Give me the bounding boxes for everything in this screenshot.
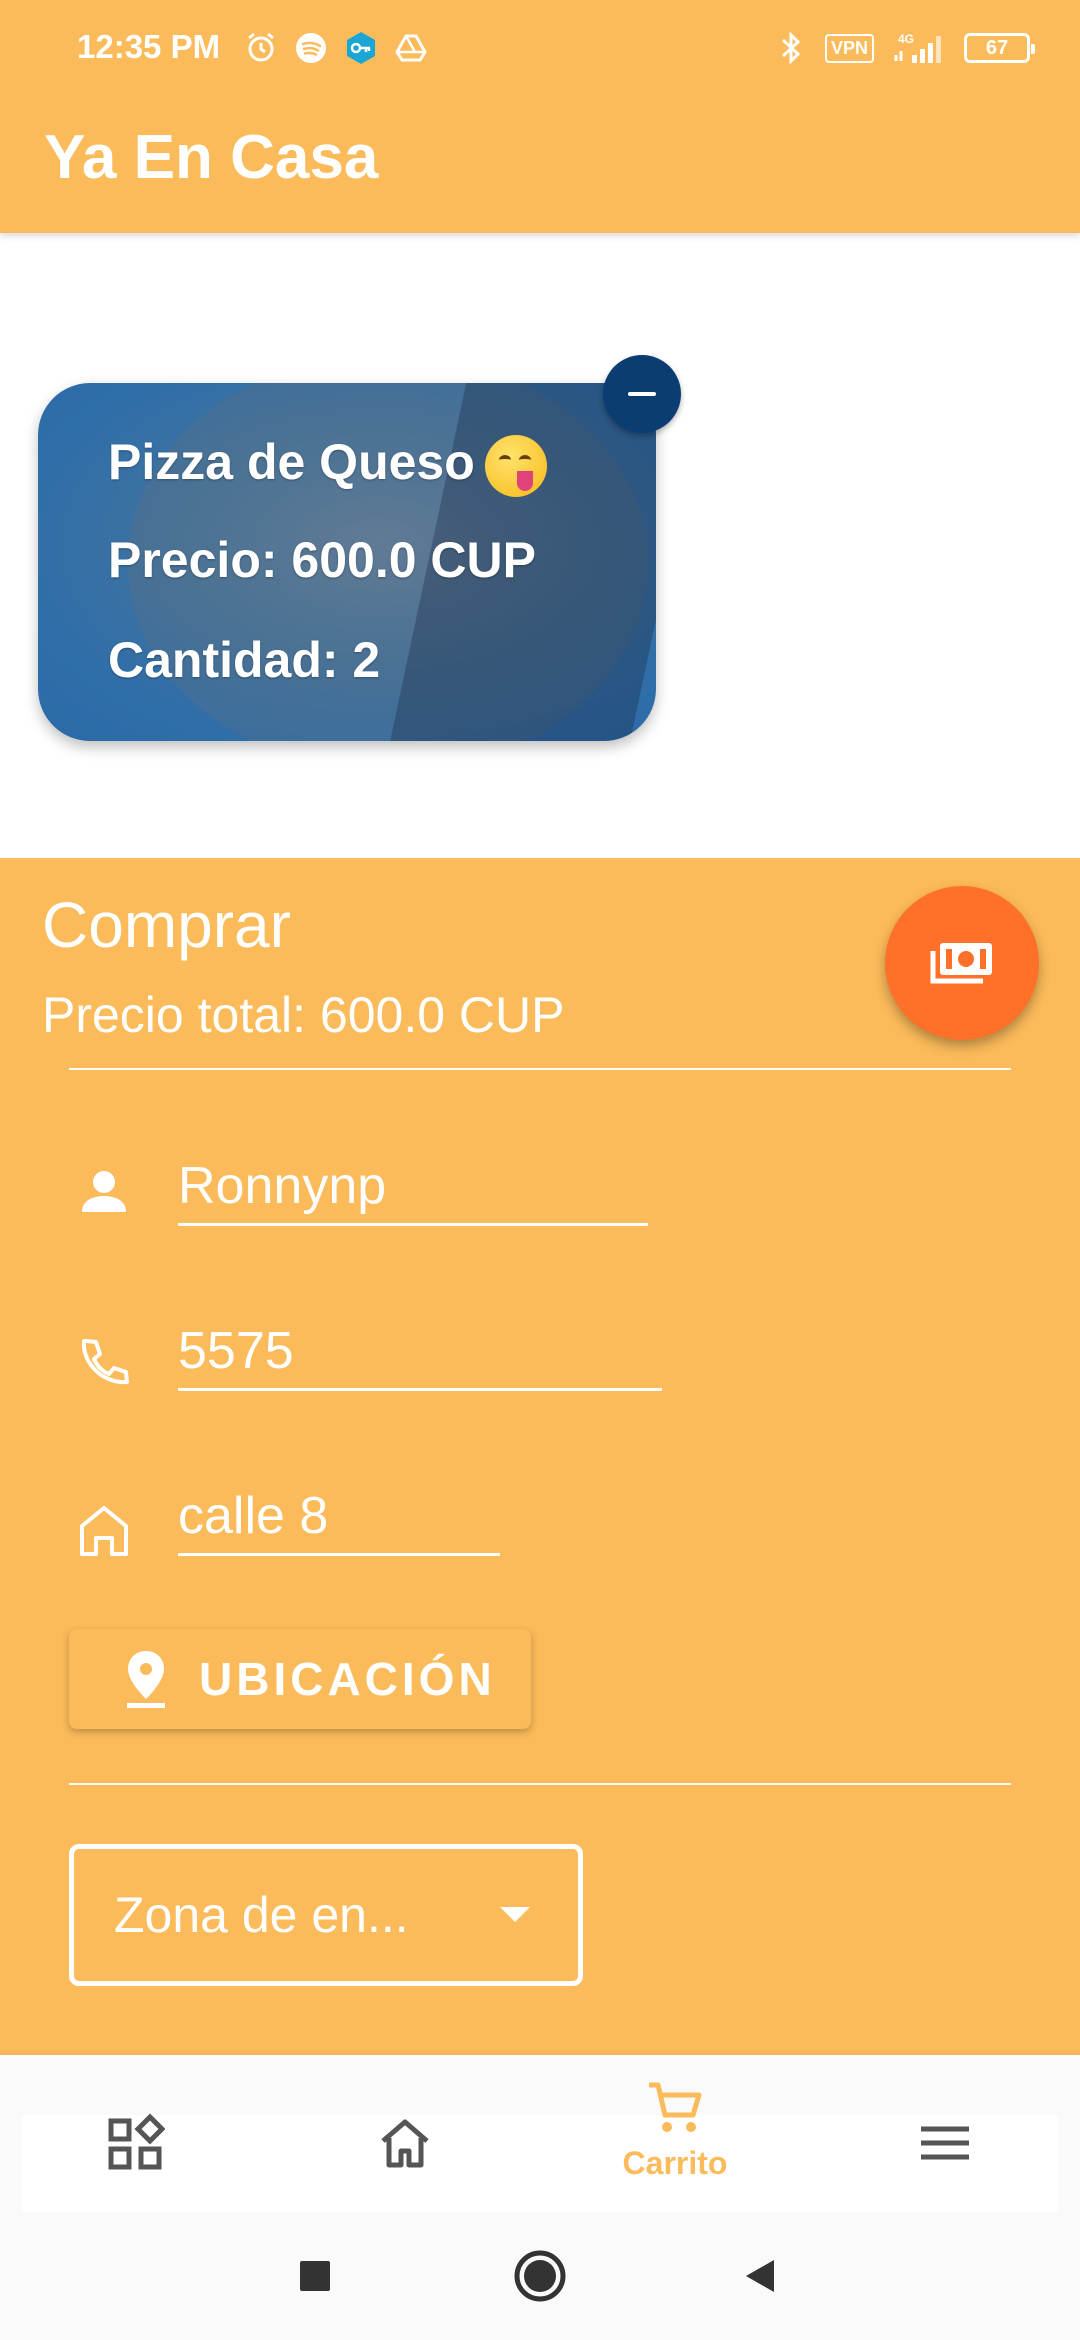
location-button-label: UBICACIÓN: [199, 1653, 496, 1705]
system-navigation-bar: [0, 2212, 1080, 2340]
nav-label-cart: Carrito: [622, 2145, 728, 2181]
dropdown-arrow-icon: [500, 1907, 530, 1922]
minus-icon: [628, 392, 656, 396]
recents-button[interactable]: [265, 2212, 365, 2340]
categories-icon: [108, 2113, 165, 2170]
nav-item-home[interactable]: [325, 2055, 485, 2212]
phone-input[interactable]: [178, 1313, 662, 1391]
app-header: 12:35 PM VPN 4G 67 Ya En Casa: [0, 0, 1080, 233]
circle-icon: [514, 2250, 566, 2302]
status-bar: 12:35 PM VPN 4G 67: [0, 0, 1080, 100]
battery-icon: 67: [964, 33, 1035, 63]
alarm-icon: [243, 30, 279, 66]
item-quantity: Cantidad: 2: [108, 632, 381, 688]
location-button[interactable]: UBICACIÓN: [69, 1629, 531, 1729]
zone-select-value: Zona de en...: [114, 1887, 409, 1943]
spotify-icon: [293, 30, 329, 66]
pay-button[interactable]: [885, 886, 1039, 1040]
square-icon: [300, 2261, 330, 2291]
section-divider: [69, 1068, 1011, 1070]
signal-icon: 4G: [890, 30, 948, 66]
location-pin-icon: [127, 1651, 165, 1708]
checkout-title: Comprar: [42, 889, 291, 961]
checkout-section: Comprar Precio total: 600.0 CUP Ronnynp …: [0, 858, 1080, 2055]
name-input[interactable]: [178, 1148, 648, 1226]
item-price: Precio: 600.0 CUP: [108, 532, 536, 588]
drive-icon: [393, 30, 429, 66]
vpn-icon: VPN: [824, 33, 874, 63]
status-icons-right: VPN 4G 67: [773, 30, 1035, 66]
bottom-navigation: Carrito: [0, 2055, 1080, 2212]
key-icon: [343, 30, 379, 66]
status-icons-left: [243, 30, 429, 66]
home-icon: [381, 2119, 429, 2168]
nav-item-categories[interactable]: [55, 2055, 215, 2212]
cash-icon: [930, 943, 992, 984]
home-outline-icon: [80, 1506, 128, 1556]
cart-icon: [649, 2082, 702, 2132]
nav-item-cart[interactable]: Carrito: [595, 2055, 755, 2212]
zone-select[interactable]: Zona de en...: [69, 1844, 583, 1986]
item-name: Pizza de Queso: [108, 434, 475, 490]
item-name-row: Pizza de Queso: [108, 433, 547, 497]
menu-icon: [921, 2126, 969, 2160]
address-input[interactable]: [178, 1478, 500, 1556]
bluetooth-icon: [773, 30, 809, 66]
status-time: 12:35 PM: [77, 28, 221, 65]
cart-item-card[interactable]: Pizza de Queso Precio: 600.0 CUP Cantida…: [38, 383, 656, 741]
section-divider-2: [69, 1783, 1011, 1785]
remove-item-button[interactable]: [603, 355, 681, 433]
back-triangle-icon: [746, 2260, 774, 2292]
total-price: Precio total: 600.0 CUP: [42, 987, 565, 1043]
app-title: Ya En Casa: [44, 123, 379, 192]
phone-icon: [81, 1339, 129, 1385]
person-icon: [82, 1171, 126, 1212]
back-button[interactable]: [710, 2212, 810, 2340]
svg-text:4G: 4G: [898, 32, 914, 46]
face-savoring-food-emoji: [484, 434, 547, 497]
nav-item-menu[interactable]: [865, 2055, 1025, 2212]
home-system-button[interactable]: [490, 2212, 590, 2340]
